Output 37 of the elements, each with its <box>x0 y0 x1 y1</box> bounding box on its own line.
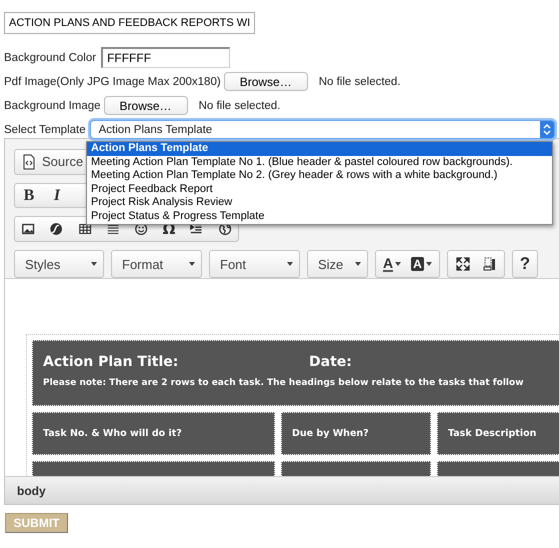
toolbar-dropdown[interactable]: Styles <box>14 250 104 278</box>
toolbar-dropdown[interactable]: Font <box>209 250 300 278</box>
field-label: Select Template <box>4 124 86 136</box>
dropdown-option[interactable]: Meeting Action Plan Template No 1. (Blue header & pastel coloured row backgrounds). <box>87 156 552 170</box>
italic-button[interactable]: I <box>49 186 65 204</box>
file-status: No file selected. <box>318 76 401 88</box>
text-color-button[interactable]: A <box>383 256 402 272</box>
date-label: Date: <box>309 354 352 370</box>
dropdown-option[interactable]: Action Plans Template <box>87 142 552 156</box>
title-field[interactable]: ACTION PLANS AND FEEDBACK REPORTS WI <box>4 12 256 34</box>
show-blocks-icon[interactable] <box>480 256 497 272</box>
dropdown-option[interactable]: Project Status & Progress Template <box>87 210 552 224</box>
dropdown-option[interactable]: Project Risk Analysis Review <box>87 196 552 210</box>
dropdown-option[interactable]: Project Feedback Report <box>87 182 552 196</box>
plan-title: Action Plan Title: <box>43 354 180 370</box>
help-button[interactable]: ? <box>512 250 538 278</box>
dropdown-option[interactable]: Meeting Action Plan Template No 2. (Grey header & rows with a white background.) <box>87 169 552 183</box>
table-cell: Due by When? <box>281 412 431 455</box>
table-cell: Task No. & Who will do it? <box>32 412 275 455</box>
source-button[interactable]: Source <box>21 154 84 170</box>
table-cell: Task Description <box>437 412 559 455</box>
bold-button[interactable]: B <box>21 186 37 204</box>
toolbar-dropdown[interactable]: Format <box>111 250 202 278</box>
note-text: Please note: There are 2 rows to each task. The headings below relate to the tasks that follow <box>43 378 525 388</box>
browse-button[interactable]: Browse… <box>104 96 188 115</box>
element-path-bar: body <box>5 476 559 504</box>
field-label: Pdf Image(Only JPG Image Max 200x180) <box>4 76 221 88</box>
field-label: Background Image <box>4 100 101 112</box>
toolbar-dropdown[interactable]: Size <box>307 250 368 278</box>
file-status: No file selected. <box>198 100 280 112</box>
flash-icon[interactable] <box>49 221 64 238</box>
browse-button[interactable]: Browse… <box>224 72 308 91</box>
field-label: Background Color <box>4 52 96 64</box>
color-field[interactable]: FFFFFF <box>101 47 230 68</box>
template-select[interactable]: Action Plans Template <box>90 120 555 139</box>
document-code-icon[interactable] <box>21 154 37 170</box>
maximize-icon[interactable] <box>454 256 471 272</box>
